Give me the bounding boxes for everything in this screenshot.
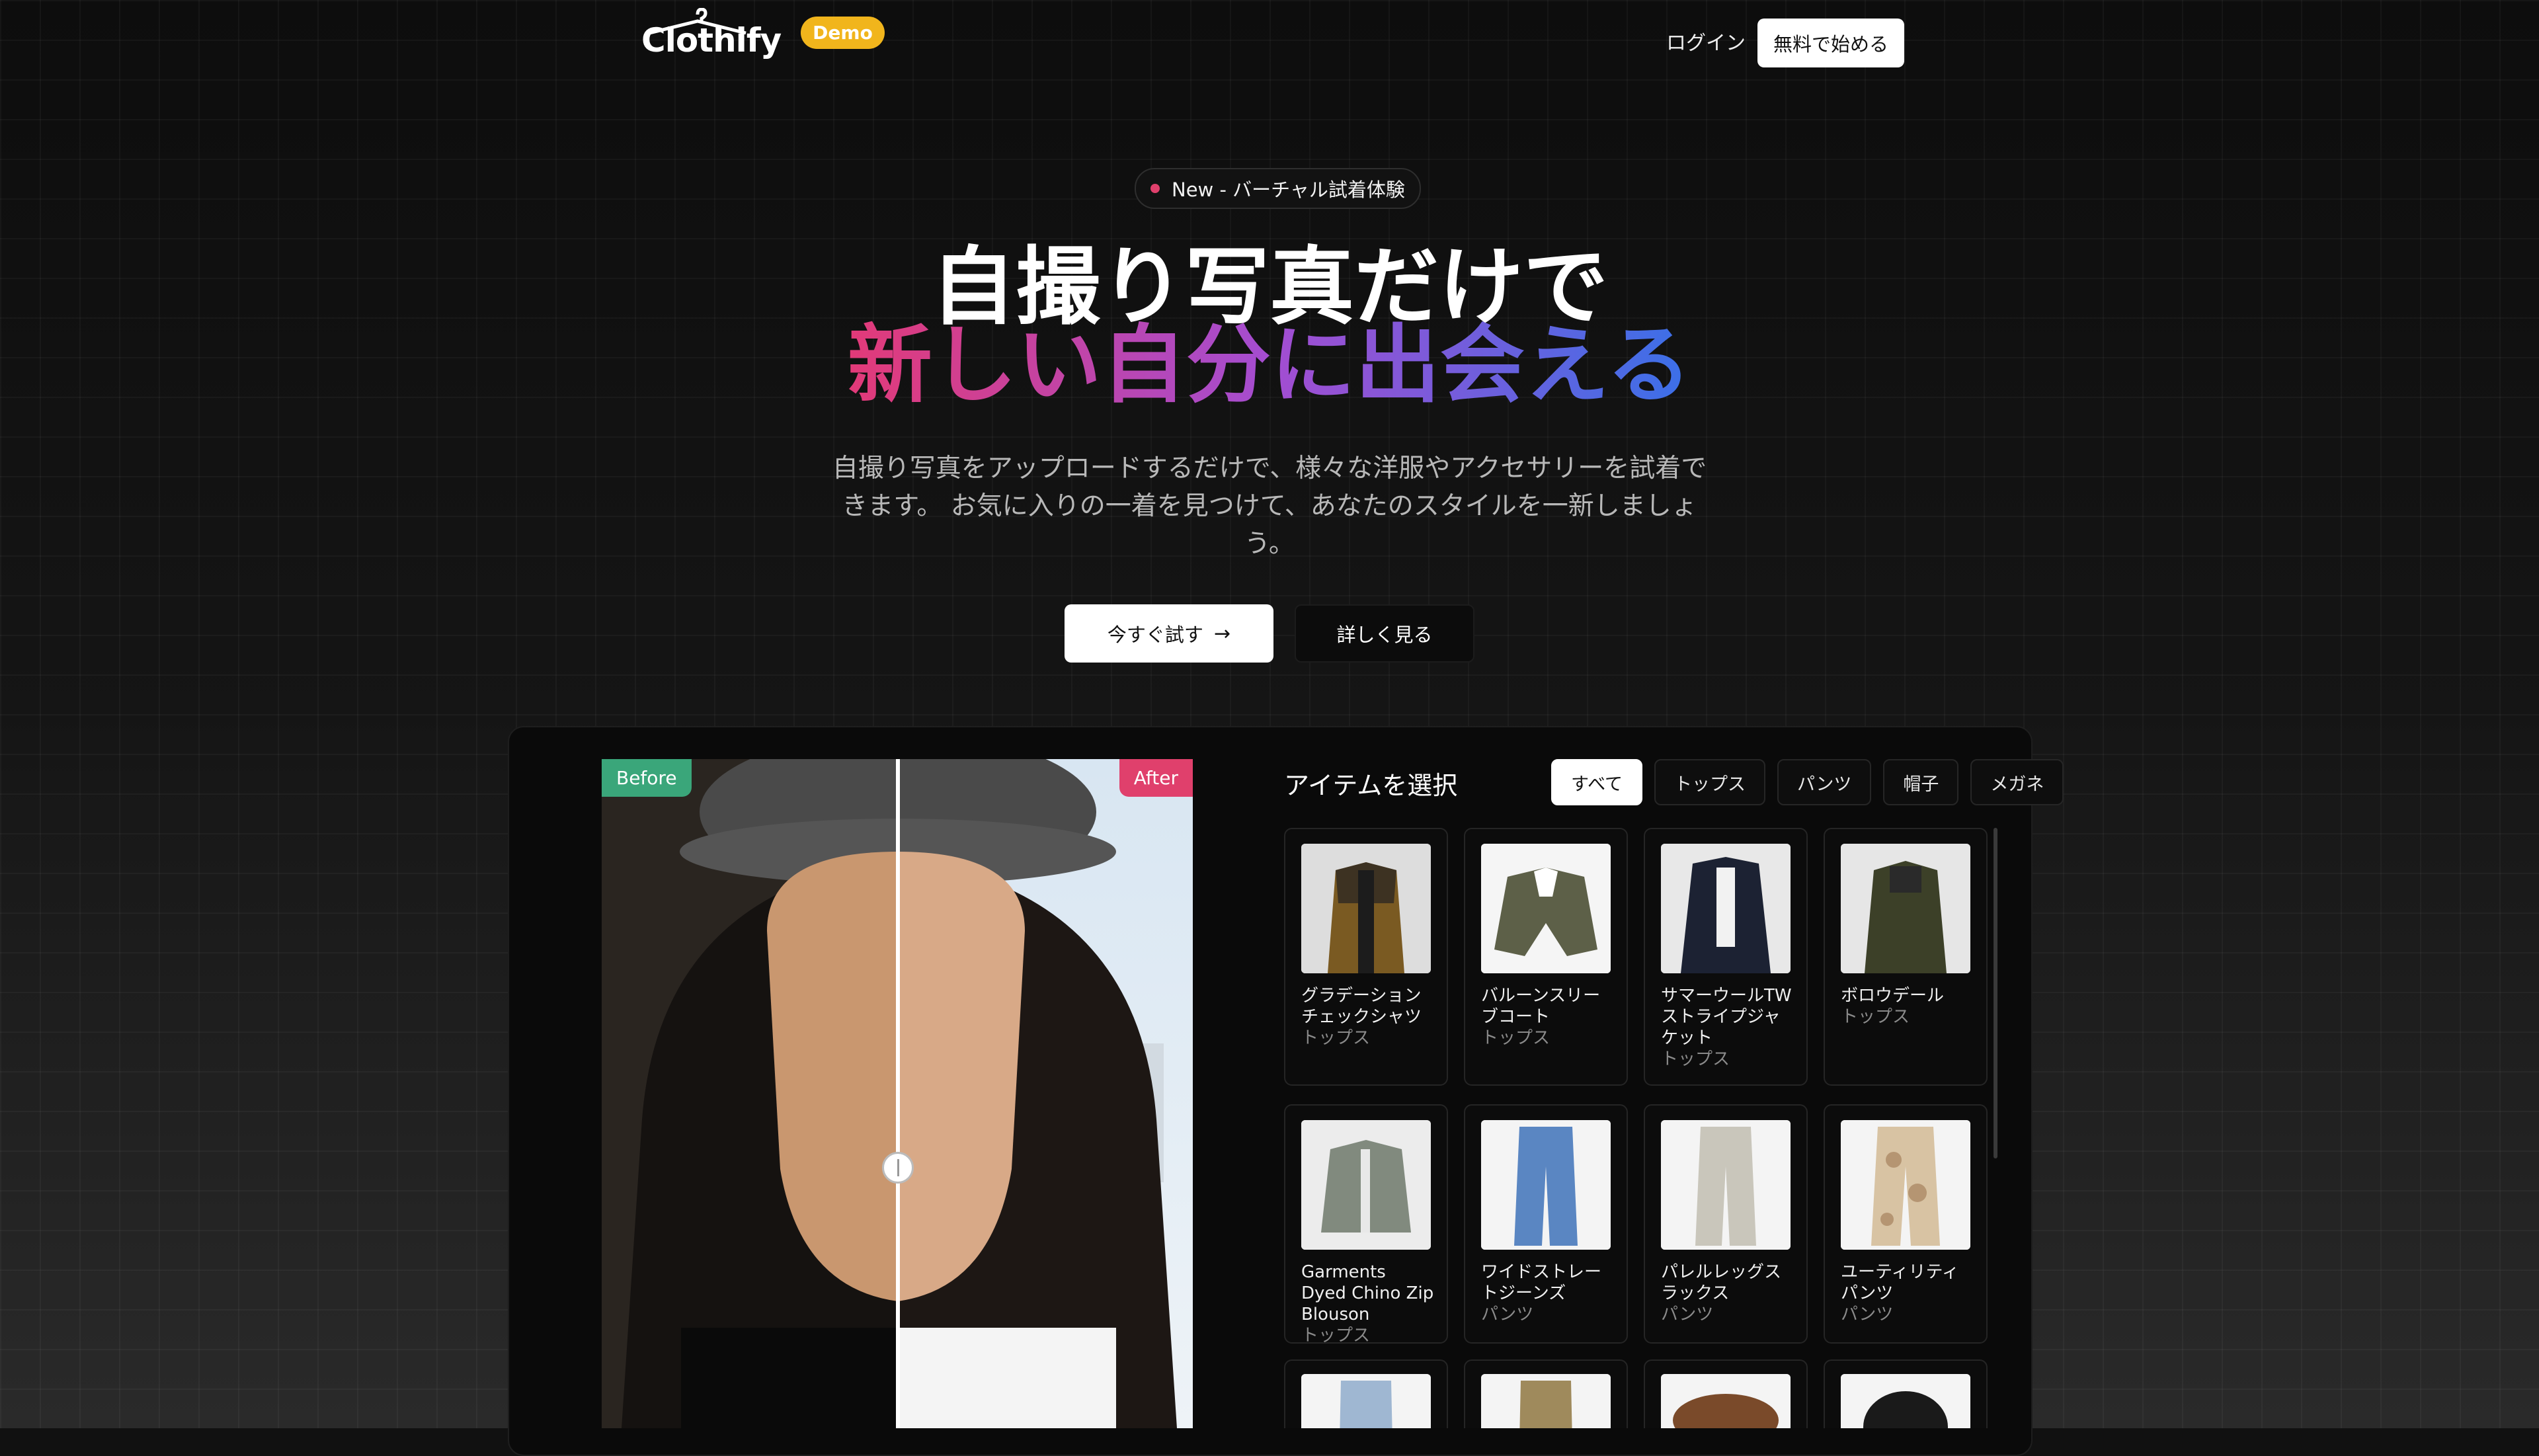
item-card[interactable] <box>1644 1359 1808 1428</box>
item-category: トップス <box>1301 1326 1371 1346</box>
login-link[interactable]: ログイン <box>1666 26 1746 56</box>
try-now-label: 今すぐ試す <box>1107 624 1203 646</box>
item-card[interactable] <box>1284 1359 1448 1428</box>
item-name: ワイドストレートジーンズ パンツ <box>1481 1262 1616 1325</box>
item-card[interactable] <box>1824 1359 1988 1428</box>
item-image <box>1301 1120 1431 1250</box>
learn-more-label: 詳しく見る <box>1336 624 1433 646</box>
hero-subtitle: 自撮り写真をアップロードするだけで、様々な洋服やアクセサリーを試着できます。 お… <box>832 454 1707 559</box>
item-name: パレルレッグスラックス パンツ <box>1661 1262 1796 1325</box>
item-category: パンツ <box>1841 1305 1894 1324</box>
item-card[interactable]: サマーウールTWストライプジャケット トップス <box>1644 828 1808 1086</box>
filter-hats[interactable]: 帽子 <box>1883 759 1959 805</box>
hero-title-gradient: 新しい自分に出会える <box>847 316 1692 415</box>
item-name: ユーティリティパンツ パンツ <box>1841 1262 1976 1325</box>
item-card[interactable]: パレルレッグスラックス パンツ <box>1644 1104 1808 1344</box>
item-image <box>1661 844 1791 973</box>
item-image <box>1301 1374 1431 1428</box>
item-card[interactable] <box>1464 1359 1628 1428</box>
item-image <box>1301 844 1431 973</box>
item-category: トップス <box>1481 1028 1551 1048</box>
filter-pants[interactable]: パンツ <box>1777 759 1872 805</box>
item-image <box>1841 1374 1970 1428</box>
before-label: Before <box>602 759 692 797</box>
hero-title-line2: 新しい自分に出会える <box>0 323 2539 409</box>
item-card[interactable]: Garments Dyed Chino Zip Blouson トップス <box>1284 1104 1448 1346</box>
item-grid-scrollbar[interactable] <box>1994 828 1997 1158</box>
after-label: After <box>1119 759 1193 797</box>
filter-all[interactable]: すべて <box>1551 759 1643 805</box>
new-feature-text: New - バーチャル試着体験 <box>1172 179 1405 201</box>
item-card[interactable]: ワイドストレートジーンズ パンツ <box>1464 1104 1628 1344</box>
item-grid: グラデーションチェックシャツ トップス バルーンスリーブコート トップス サマーウー… <box>1284 828 1995 1428</box>
item-category: トップス <box>1301 1028 1371 1048</box>
items-title: アイテムを選択 <box>1284 771 1458 800</box>
item-card[interactable]: ボロウデール トップス <box>1824 828 1988 1086</box>
filter-glasses[interactable]: メガネ <box>1970 759 2064 805</box>
arrow-right-icon: → <box>1213 622 1231 645</box>
item-image <box>1661 1374 1791 1428</box>
item-name: グラデーションチェックシャツ トップス <box>1301 985 1436 1049</box>
item-image <box>1481 1120 1611 1250</box>
start-free-button[interactable]: 無料で始める <box>1757 19 1904 67</box>
item-category: トップス <box>1841 1007 1910 1027</box>
item-image <box>1661 1120 1791 1250</box>
item-name: Garments Dyed Chino Zip Blouson トップス <box>1301 1262 1436 1346</box>
filter-tops[interactable]: トップス <box>1654 759 1766 805</box>
try-now-button[interactable]: 今すぐ試す → <box>1065 604 1273 663</box>
item-image <box>1841 844 1970 973</box>
category-filters: すべて トップス パンツ 帽子 メガネ <box>1551 759 2064 805</box>
item-category: トップス <box>1661 1049 1730 1069</box>
item-image <box>1481 844 1611 973</box>
before-after-compare[interactable]: Before After <box>602 759 1193 1428</box>
item-card[interactable]: ユーティリティパンツ パンツ <box>1824 1104 1988 1344</box>
item-name: ボロウデール トップス <box>1841 985 1976 1028</box>
top-nav: Clothify Demo ログイン 無料で始める <box>641 8 1904 71</box>
logo-text: Clothify <box>641 21 782 60</box>
item-image <box>1841 1120 1970 1250</box>
demo-badge: Demo <box>801 16 885 49</box>
learn-more-button[interactable]: 詳しく見る <box>1295 604 1474 663</box>
item-image <box>1481 1374 1611 1428</box>
item-card[interactable]: バルーンスリーブコート トップス <box>1464 828 1628 1086</box>
dot-icon <box>1150 184 1160 193</box>
logo[interactable]: Clothify Demo <box>641 8 885 60</box>
new-feature-pill: New - バーチャル試着体験 <box>1135 168 1421 209</box>
item-category: パンツ <box>1481 1305 1534 1324</box>
item-name: サマーウールTWストライプジャケット トップス <box>1661 985 1796 1070</box>
compare-slider-handle[interactable] <box>882 1152 914 1184</box>
item-name: バルーンスリーブコート トップス <box>1481 985 1616 1049</box>
compare-divider <box>896 759 900 1428</box>
item-category: パンツ <box>1661 1305 1714 1324</box>
item-card[interactable]: グラデーションチェックシャツ トップス <box>1284 828 1448 1086</box>
